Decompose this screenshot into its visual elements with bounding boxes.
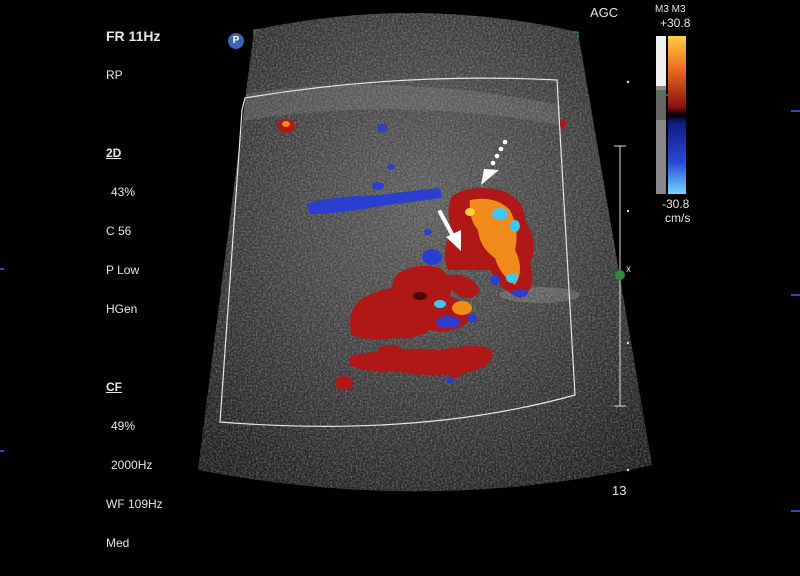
frame-rate: FR 11Hz: [106, 28, 161, 44]
mode-2d-mode: HGen: [106, 302, 138, 316]
parameter-panel: FR 11Hz RP 2D 43% C 56 P Low HGen CF 49%…: [106, 4, 163, 576]
mode-cf-gain: 49%: [111, 419, 136, 433]
mode-2d-c: C 56: [106, 224, 132, 238]
preset-label: RP: [106, 68, 123, 82]
scale-max-label: +30.8: [660, 16, 691, 30]
mode-2d-gain: 43%: [111, 185, 136, 199]
velocity-colorbar: [656, 36, 686, 194]
scale-unit-label: cm/s: [665, 211, 691, 225]
scale-top-label: M3 M3: [655, 4, 686, 15]
mode-cf-filter: Med: [106, 536, 130, 550]
svg-text:x: x: [626, 264, 631, 275]
mode-2d-title: 2D: [106, 146, 122, 160]
scale-min-label: -30.8: [662, 197, 690, 211]
depth-label: 13: [612, 483, 627, 498]
mode-cf-freq: 2000Hz: [111, 458, 153, 472]
probe-badge: P: [228, 33, 244, 49]
mode-cf-wf: WF 109Hz: [106, 497, 163, 511]
ultrasound-screen: x FR 11Hz RP 2D 43% C 56 P Low HGen CF 4…: [0, 0, 800, 552]
mode-cf-title: CF: [106, 380, 122, 394]
agc-label: AGC: [590, 5, 619, 20]
mode-2d-p: P Low: [106, 263, 140, 277]
